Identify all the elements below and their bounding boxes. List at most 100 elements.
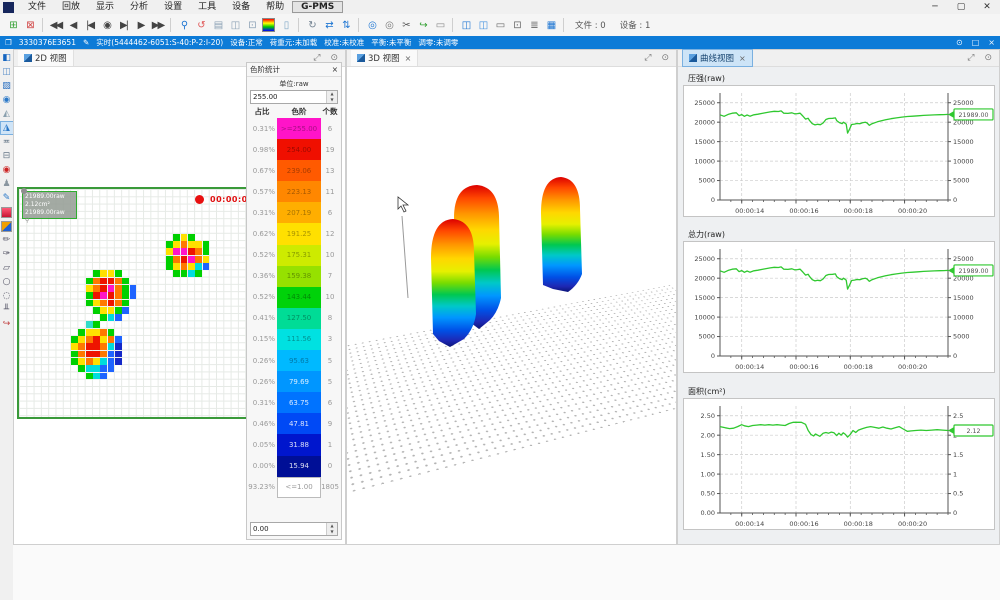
swap-vertical-icon[interactable]: ⇅ <box>337 17 354 34</box>
polygon-icon[interactable]: ▱ <box>1 262 13 274</box>
record-target-icon[interactable]: ◉ <box>1 164 13 176</box>
rewind-icon[interactable]: ◀◀ <box>47 17 64 34</box>
palette-swatch-icon[interactable] <box>1 220 13 232</box>
svg-text:2.5: 2.5 <box>953 412 963 420</box>
menu-G-PMS[interactable]: G-PMS <box>292 1 343 13</box>
pressure-map-2d[interactable]: 21989.00raw 2.12cm² 21989.00raw ⚲ 00:00:… <box>17 187 253 419</box>
fast-forward-icon[interactable]: ▶▶ <box>149 17 166 34</box>
close-panel-icon[interactable]: × <box>988 38 995 47</box>
menu-显示[interactable]: 显示 <box>88 2 122 12</box>
step-back-icon[interactable]: ◀ <box>64 17 81 34</box>
settings-icon[interactable]: ⊙ <box>658 53 672 63</box>
pressure-cell <box>86 300 93 307</box>
close-icon[interactable]: × <box>332 65 338 74</box>
layout-two-alt-icon[interactable]: ◫ <box>474 17 491 34</box>
minimize-button[interactable]: ─ <box>922 0 948 14</box>
float-panel-icon[interactable]: ⊙ <box>956 38 963 47</box>
menu-文件[interactable]: 文件 <box>20 2 54 12</box>
menu-设备[interactable]: 设备 <box>224 2 258 12</box>
menu-回放[interactable]: 回放 <box>54 2 88 12</box>
video-capture-icon[interactable]: ◫ <box>226 17 243 34</box>
colorbar-icon[interactable] <box>260 17 277 34</box>
scissors-icon[interactable]: ✂ <box>397 17 414 34</box>
video-icon[interactable]: ▤ <box>209 17 226 34</box>
avg-line-icon[interactable]: ≖ <box>1 136 13 148</box>
ruler-icon[interactable]: ╨ <box>1 304 13 316</box>
menu-帮助[interactable]: 帮助 <box>258 2 292 12</box>
tab-close-icon[interactable]: × <box>405 54 412 63</box>
polyline-icon[interactable]: ✑ <box>1 248 13 260</box>
svg-text:00:00:14: 00:00:14 <box>735 207 764 215</box>
clipboard-icon[interactable]: ▯ <box>277 17 294 34</box>
grid-icon[interactable]: ▦ <box>542 17 559 34</box>
stats-row: 0.98%254.0019 <box>247 139 341 160</box>
target-icon[interactable]: ◎ <box>363 17 380 34</box>
maximize-button[interactable]: ▢ <box>948 0 974 14</box>
layout-frame-icon[interactable]: ▭ <box>491 17 508 34</box>
pin-icon[interactable]: ⚲ <box>175 17 192 34</box>
target-alt-icon[interactable]: ◎ <box>380 17 397 34</box>
edit-icon[interactable]: ✎ <box>83 38 89 47</box>
tab-close-icon[interactable]: × <box>739 54 746 63</box>
tab-curve-view[interactable]: 曲线视图 × <box>682 49 753 67</box>
svg-text:10000: 10000 <box>953 157 974 165</box>
pressure-cell <box>181 270 188 277</box>
skip-end-icon[interactable]: ▶| <box>115 17 132 34</box>
prism-active-icon[interactable]: ◮ <box>1 122 13 134</box>
stats-cell: 9 <box>321 420 339 428</box>
view-split-icon[interactable]: ◧ <box>1 52 13 64</box>
view-3d-canvas[interactable] <box>347 66 676 544</box>
tab-3d-view[interactable]: 3D 视图 × <box>351 50 418 66</box>
close-button[interactable]: ✕ <box>974 0 1000 14</box>
region-icon[interactable]: ▭ <box>431 17 448 34</box>
record-icon[interactable]: ◉ <box>98 17 115 34</box>
spinner-buttons[interactable]: ▲▼ <box>326 523 337 535</box>
pen-icon[interactable]: ✎ <box>1 192 13 204</box>
export-icon[interactable]: ↪ <box>414 17 431 34</box>
settings-icon[interactable]: ⊙ <box>981 53 995 63</box>
circle-target-icon[interactable]: ◉ <box>1 94 13 106</box>
monitor-icon[interactable]: ⊡ <box>508 17 525 34</box>
status-items: 设备:正常荷重元:未加载校准:未校准平衡:未平衡调零:未调零 <box>230 37 458 48</box>
refresh-icon[interactable]: ↻ <box>303 17 320 34</box>
add-view-icon[interactable]: ⊞ <box>4 17 21 34</box>
stats-row: 0.46%47.819 <box>247 413 341 434</box>
expand-icon[interactable]: ⤢ <box>964 53 977 63</box>
min-level-spinbox[interactable]: ▲▼ <box>250 522 338 536</box>
camera-swap-icon[interactable]: ⊡ <box>243 17 260 34</box>
list-icon[interactable]: ≣ <box>525 17 542 34</box>
menu-分析[interactable]: 分析 <box>122 2 156 12</box>
maximize-panel-icon[interactable]: □ <box>972 38 980 47</box>
max-level-spinbox[interactable]: ▲▼ <box>250 90 338 104</box>
expand-icon[interactable]: ⤢ <box>641 53 654 63</box>
close-view-icon[interactable]: ⊠ <box>21 17 38 34</box>
peak-left <box>431 219 476 347</box>
ellipse-shape-icon[interactable]: ◌ <box>1 290 13 302</box>
avg-box-icon[interactable]: ⊟ <box>1 150 13 162</box>
circle-shape-icon[interactable]: ○ <box>1 276 13 288</box>
view-quad-icon[interactable]: ◫ <box>1 66 13 78</box>
spinner-buttons[interactable]: ▲▼ <box>326 91 337 103</box>
spin-down-icon[interactable]: ▼ <box>327 97 337 103</box>
surface-edit-icon[interactable]: ▨ <box>1 80 13 92</box>
swap-horizontal-icon[interactable]: ⇄ <box>320 17 337 34</box>
menu-设置[interactable]: 设置 <box>156 2 190 12</box>
layout-two-icon[interactable]: ◫ <box>457 17 474 34</box>
min-level-input[interactable] <box>251 523 326 535</box>
pencil-icon[interactable]: ✏ <box>1 234 13 246</box>
exit-icon[interactable]: ↪ <box>1 318 13 330</box>
stats-cell: 239.06 <box>277 160 321 181</box>
max-level-input[interactable] <box>251 91 326 103</box>
pressure-cell <box>71 358 78 365</box>
spin-down-icon[interactable]: ▼ <box>327 529 337 535</box>
skip-start-icon[interactable]: |◀ <box>81 17 98 34</box>
pressure-cell <box>203 256 210 263</box>
loop-icon[interactable]: ↺ <box>192 17 209 34</box>
stamp-icon[interactable]: ♟ <box>1 178 13 190</box>
tab-2d-view[interactable]: 2D 视图 <box>18 50 74 66</box>
prism-icon[interactable]: ◭ <box>1 108 13 120</box>
play-icon[interactable]: ▶ <box>132 17 149 34</box>
view-tab-icon <box>357 54 365 62</box>
gradient-swatch-icon[interactable] <box>1 206 13 218</box>
menu-工具[interactable]: 工具 <box>190 2 224 12</box>
